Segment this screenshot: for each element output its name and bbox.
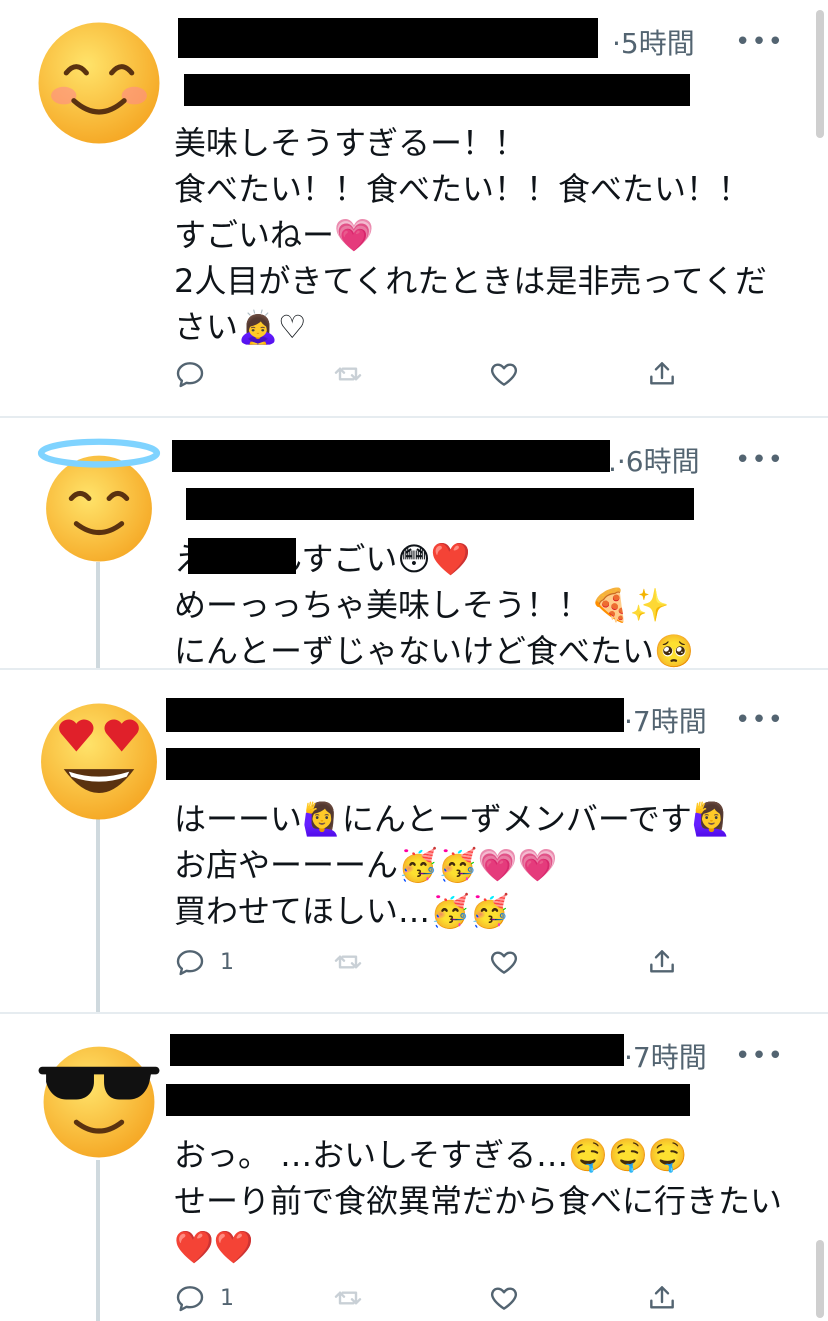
reply-count: 1: [220, 949, 234, 975]
reply-icon: [176, 1286, 204, 1312]
scrollbar-thumb-lower[interactable]: [816, 1240, 824, 1318]
tweet-line: 食べたい！！食べたい！！食べたい！！: [174, 170, 751, 208]
share-icon: [650, 950, 674, 973]
tweet-time[interactable]: ·7時間: [624, 700, 707, 740]
avatar[interactable]: [36, 438, 162, 564]
redacted-username: [172, 440, 610, 472]
tweet-line: すごいねー💗: [174, 216, 374, 254]
retweet-icon: [334, 955, 362, 969]
tweet-body: 美味しそうすぎるー！！ 食べたい！！食べたい！！食べたい！！ すごいねー💗 2人…: [174, 120, 767, 350]
tweet-body: おっ。 …おいしそすぎる…🤤🤤🤤 せーり前で食欲異常だから食べに行きたい ❤️❤…: [174, 1132, 782, 1270]
tweet-actions: 1: [174, 1278, 694, 1318]
sunglasses-face-icon: [38, 1046, 160, 1158]
tweet-1[interactable]: ·5時間 ••• 美味しそうすぎるー！！ 食べたい！！食べたい！！食べたい！！ …: [0, 0, 828, 416]
redacted-username: [166, 698, 624, 732]
redacted-reply-info: [186, 488, 694, 520]
retweet-button[interactable]: [332, 1278, 364, 1318]
share-icon: [650, 362, 674, 385]
tweet-time[interactable]: ·7時間: [624, 1036, 707, 1076]
retweet-icon: [334, 1291, 362, 1305]
redacted-mention: [188, 538, 296, 574]
share-button[interactable]: [646, 942, 678, 982]
tweet-body: はーーい🙋‍♀️にんとーずメンバーです🙋‍♀️ お店やーーーん🥳🥳💗💗 買わせて…: [174, 796, 732, 934]
heart-eyes-face-icon: [41, 703, 157, 820]
reply-button[interactable]: 1: [174, 942, 234, 982]
tweet-line: おっ。 …おいしそすぎる…🤤🤤🤤: [174, 1136, 688, 1174]
redacted-username: [170, 1034, 624, 1066]
thread-line: [96, 562, 100, 668]
share-icon: [650, 1286, 674, 1309]
redacted-reply-info: [166, 1084, 690, 1116]
avatar[interactable]: [36, 1034, 162, 1160]
tweet-line: 2人目がきてくれたときは是非売ってくだ: [174, 262, 767, 300]
retweet-button[interactable]: [332, 942, 364, 982]
like-button[interactable]: [488, 354, 520, 394]
tweet-line: ❤️❤️: [174, 1228, 254, 1266]
thread-line: [96, 816, 100, 1012]
reply-button[interactable]: 1: [174, 1278, 234, 1318]
retweet-button[interactable]: [332, 354, 364, 394]
tweet-4[interactable]: ·7時間 ••• おっ。 …おいしそすぎる…🤤🤤🤤 せーり前で食欲異常だから食べ…: [0, 1014, 828, 1321]
tweet-line: お店やーーーん🥳🥳💗💗: [174, 846, 558, 884]
share-button[interactable]: [646, 1278, 678, 1318]
tweet-line: 美味しそうすぎるー！！: [174, 124, 527, 162]
more-options-icon[interactable]: •••: [735, 447, 784, 473]
retweet-icon: [334, 367, 362, 381]
heart-icon: [491, 363, 517, 386]
share-button[interactable]: [646, 354, 678, 394]
tweet-time[interactable]: ·5時間: [612, 22, 695, 62]
tweet-line: 買わせてほしい…🥳🥳: [174, 892, 510, 930]
reply-icon: [176, 362, 204, 388]
heart-icon: [491, 1287, 517, 1310]
like-button[interactable]: [488, 1278, 520, 1318]
tweet-line: めーっっちゃ美味しそう！！🍕✨: [174, 586, 670, 624]
heart-icon: [491, 951, 517, 974]
smiling-face-with-smiling-eyes-icon: [38, 22, 160, 144]
scrollbar-thumb[interactable]: [816, 10, 824, 138]
like-button[interactable]: [488, 942, 520, 982]
tweet-actions: 1: [174, 942, 694, 982]
reply-button[interactable]: [174, 354, 220, 394]
avatar[interactable]: [36, 696, 162, 822]
halo-face-icon: [37, 438, 161, 562]
more-options-icon[interactable]: •••: [735, 707, 784, 733]
more-options-icon[interactable]: •••: [735, 1043, 784, 1069]
tweet-2[interactable]: .·6時間 ••• えちゃんすごい😳❤️ めーっっちゃ美味しそう！！🍕✨ にんと…: [0, 418, 828, 670]
thread-line: [96, 1160, 100, 1321]
tweet-3[interactable]: ·7時間 ••• はーーい🙋‍♀️にんとーずメンバーです🙋‍♀️ お店やーーーん…: [0, 670, 828, 1012]
tweet-line: さい🙇‍♀️♡: [174, 308, 307, 346]
reply-count: 1: [220, 1285, 234, 1311]
redacted-reply-info: [184, 74, 690, 106]
avatar[interactable]: [36, 20, 162, 146]
more-options-icon[interactable]: •••: [735, 29, 784, 55]
tweet-line: はーーい🙋‍♀️にんとーずメンバーです🙋‍♀️: [174, 800, 732, 838]
reply-icon: [176, 950, 204, 976]
tweet-actions: [174, 354, 694, 394]
redacted-username: [178, 18, 598, 58]
tweet-line: せーり前で食欲異常だから食べに行きたい: [174, 1182, 783, 1220]
redacted-reply-info: [166, 748, 700, 780]
tweet-time[interactable]: .·6時間: [608, 440, 700, 480]
